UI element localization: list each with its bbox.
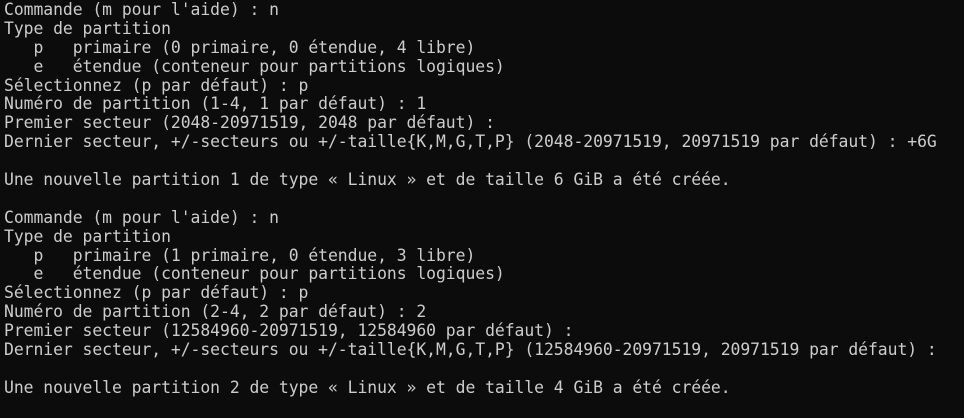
terminal-line: Numéro de partition (1-4, 1 par défaut) … [4,94,427,114]
terminal-line: Sélectionnez (p par défaut) : p [4,75,309,95]
terminal-line: Dernier secteur, +/-secteurs ou +/-taill… [4,132,937,152]
terminal-line: Sélectionnez (p par défaut) : p [4,283,309,303]
terminal-line: p primaire (0 primaire, 0 étendue, 4 lib… [4,37,476,57]
terminal-line: Type de partition [4,18,171,38]
terminal-line: Premier secteur (12584960-20971519, 1258… [4,321,574,341]
terminal-line: Premier secteur (2048-20971519, 2048 par… [4,113,495,133]
terminal-line: Une nouvelle partition 2 de type « Linux… [4,377,731,397]
terminal-line: Dernier secteur, +/-secteurs ou +/-taill… [4,340,937,360]
terminal-line: Commande (m pour l'aide) : n [4,207,279,227]
terminal-line: Type de partition [4,226,171,246]
terminal-line: Une nouvelle partition 1 de type « Linux… [4,170,731,190]
terminal-line: Commande (m pour l'aide) : n [4,0,279,19]
terminal-line: e étendue (conteneur pour partitions log… [4,264,505,284]
terminal-line: Numéro de partition (2-4, 2 par défaut) … [4,302,427,322]
terminal-line: p primaire (1 primaire, 0 étendue, 3 lib… [4,245,476,265]
terminal-output[interactable]: Commande (m pour l'aide) : n Type de par… [4,0,964,418]
terminal-line: e étendue (conteneur pour partitions log… [4,56,505,76]
